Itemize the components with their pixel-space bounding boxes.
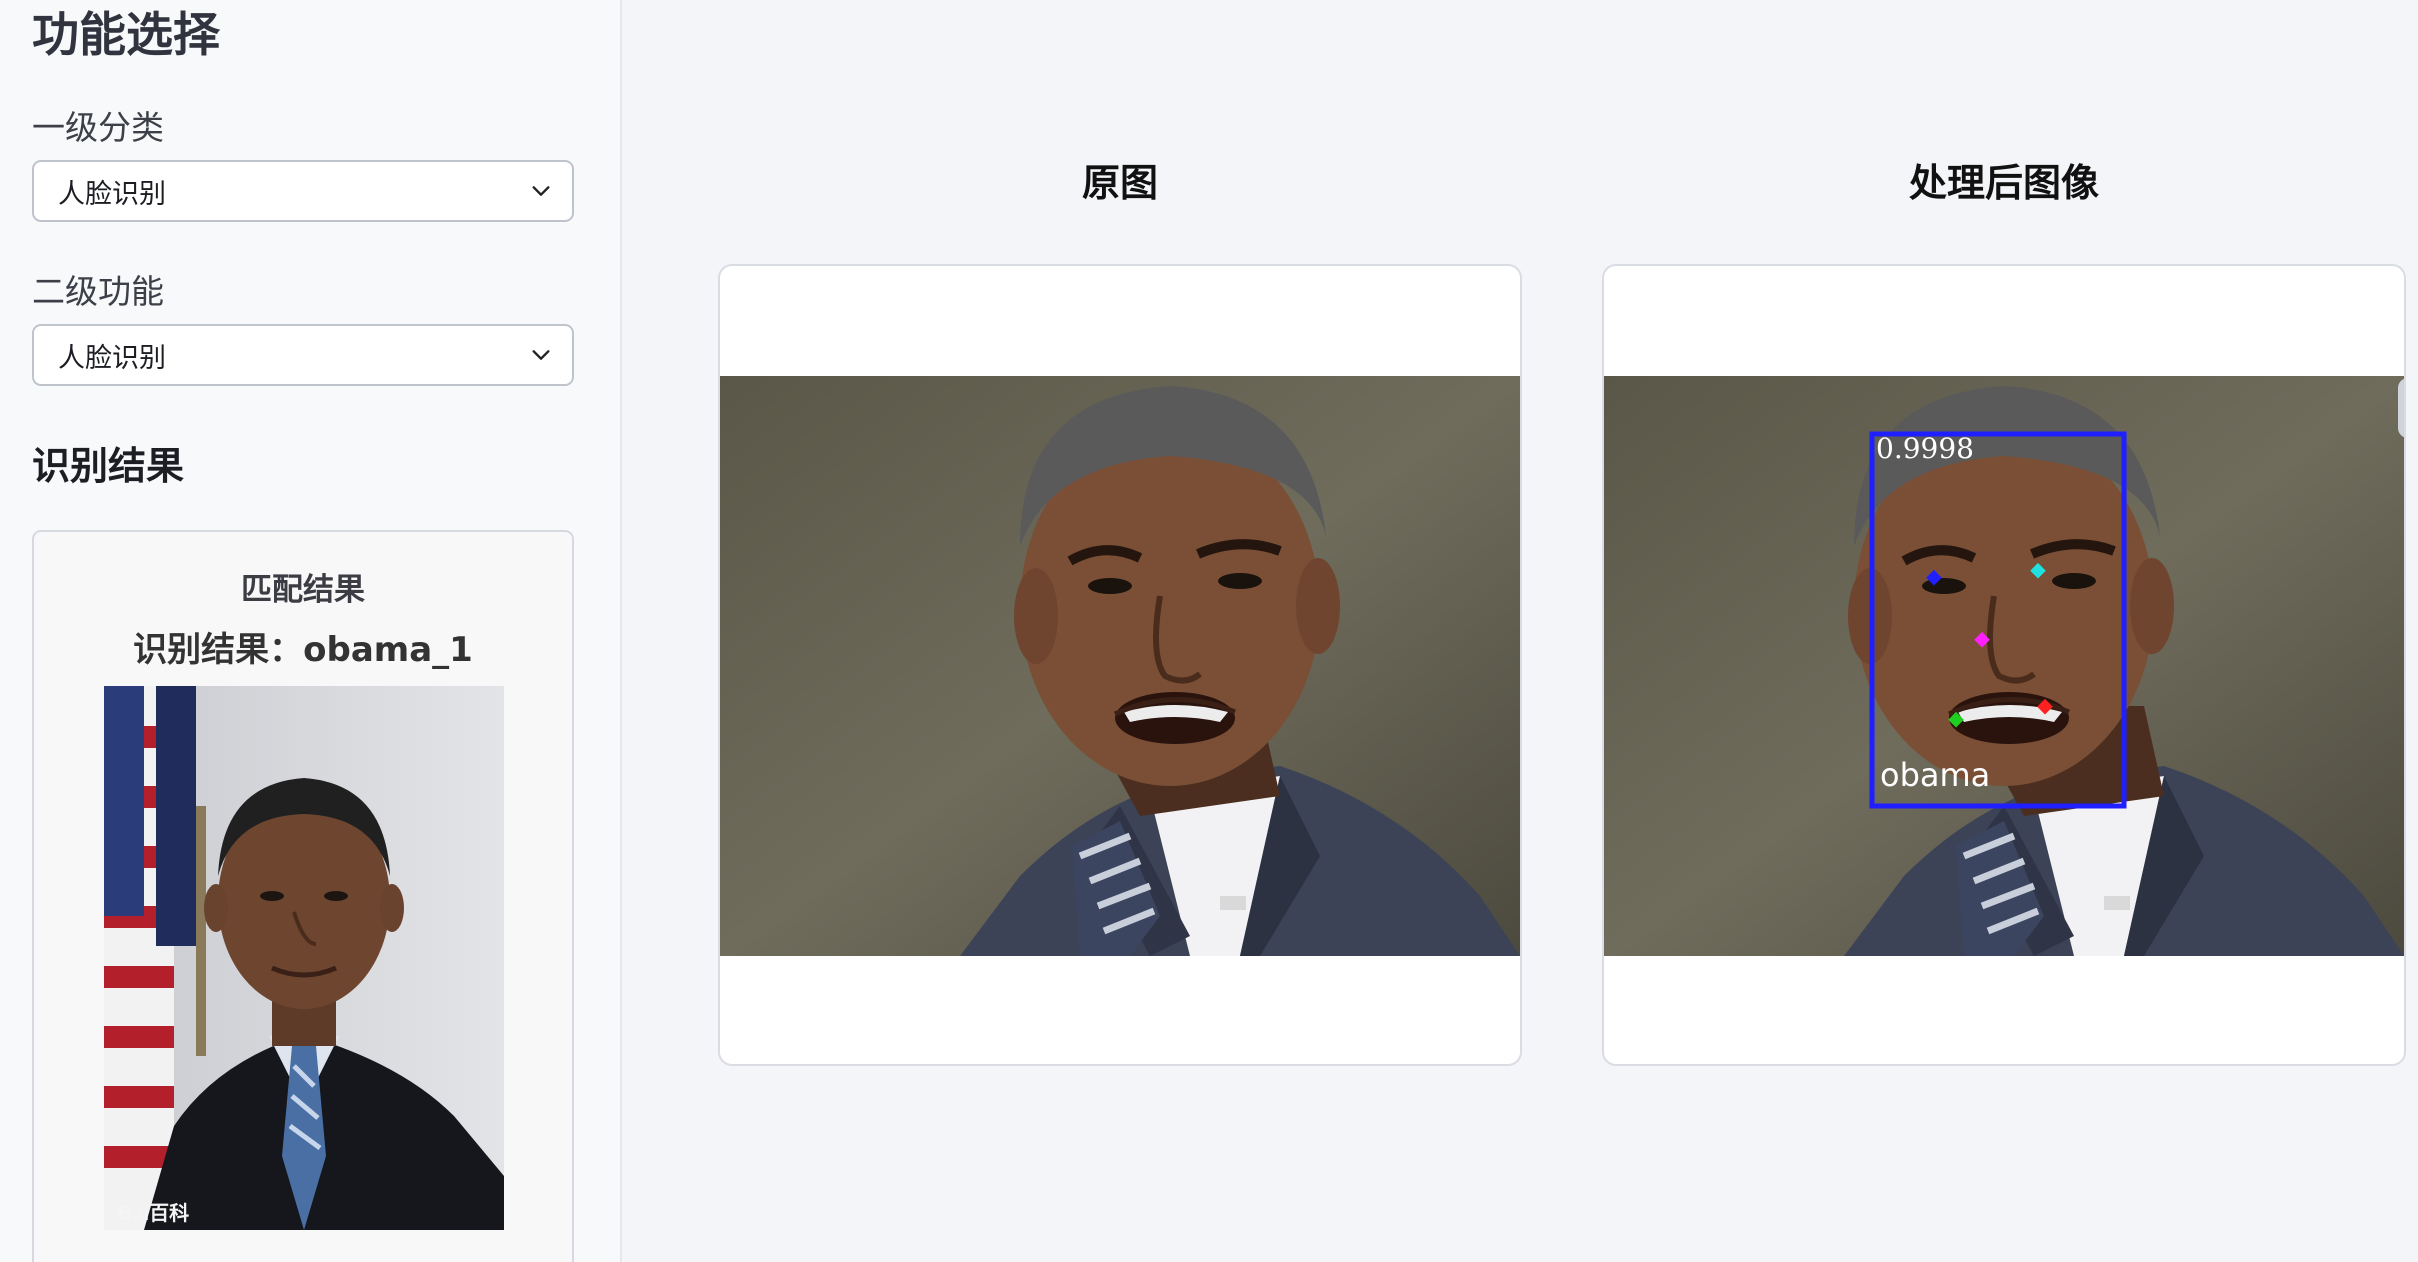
level2-label: 二级功能 [32,272,164,311]
chevron-down-icon [532,350,550,360]
scroll-handle[interactable] [2398,378,2404,438]
original-image [720,376,1520,956]
detection-confidence: 0.9998 [1876,432,1974,465]
processed-image-card: 0.9998 obama [1602,264,2406,1066]
chevron-down-icon [532,186,550,196]
processed-image-title: 处理后图像 [1908,161,2099,205]
original-image-title: 原图 [1081,161,1158,205]
sidebar: 功能选择 一级分类 人脸识别 二级功能 人脸识别 识别结果 匹配结果 识别结果：… [0,0,622,1262]
sidebar-title: 功能选择 [32,8,220,63]
match-result-card: 匹配结果 识别结果：obama_1 Bai百科 [32,530,574,1262]
matched-face-photo: Bai百科 [104,686,504,1230]
level1-select[interactable]: 人脸识别 [32,160,574,222]
match-title: 匹配结果 [241,572,365,608]
result-section-heading: 识别结果 [32,444,185,488]
level2-select-value: 人脸识别 [58,342,166,374]
photo-watermark: Bai百科 [118,1201,189,1225]
level1-label: 一级分类 [32,108,164,147]
original-image-card [718,264,1522,1066]
processed-image: 0.9998 obama [1604,376,2404,956]
level2-select[interactable]: 人脸识别 [32,324,574,386]
level1-select-value: 人脸识别 [58,178,166,210]
detection-label: obama [1880,756,1990,794]
match-result-text: 识别结果：obama_1 [133,630,473,670]
